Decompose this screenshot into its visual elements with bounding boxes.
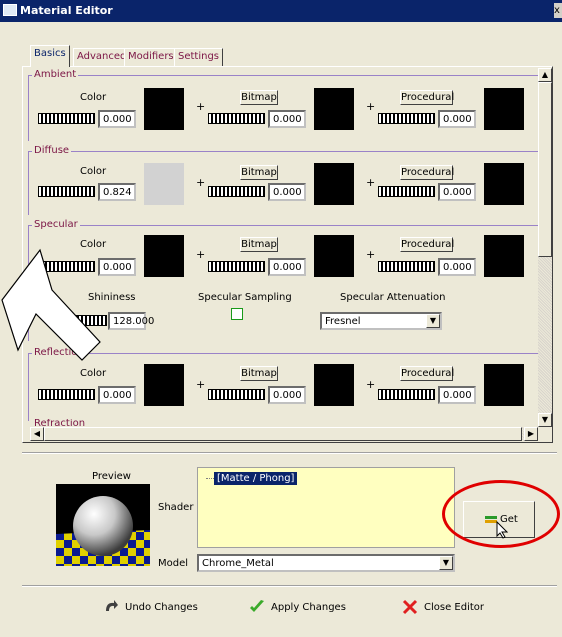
undo-changes-label: Undo Changes (125, 602, 198, 613)
scroll-down-icon[interactable]: ▼ (538, 413, 552, 427)
plus-sign: + (196, 378, 206, 391)
preview-label: Preview (92, 471, 131, 482)
undo-arrow-icon (106, 600, 118, 611)
specular-color-swatch[interactable] (144, 235, 184, 277)
diffuse-procedural-value[interactable]: 0.000 (438, 183, 476, 201)
tree-dotted-line (206, 478, 214, 479)
reflection-procedural-slider[interactable] (378, 389, 435, 400)
material-preview-image (56, 484, 150, 566)
plus-sign: + (366, 176, 376, 189)
shader-list[interactable]: [Matte / Phong] (197, 467, 455, 548)
specular-title: Specular (32, 219, 80, 230)
model-label: Model (158, 558, 189, 569)
ambient-color-swatch[interactable] (144, 88, 184, 130)
specular-procedural-button[interactable]: Procedural (400, 237, 454, 252)
tab-modifiers[interactable]: Modifiers (124, 48, 178, 66)
ambient-color-slider[interactable] (38, 113, 95, 124)
plus-sign: + (196, 248, 206, 261)
plus-sign: + (366, 248, 376, 261)
ambient-bitmap-value[interactable]: 0.000 (268, 110, 306, 128)
reflection-procedural-swatch[interactable] (484, 364, 524, 406)
close-x-icon (402, 599, 418, 615)
ambient-group: Ambient (28, 69, 540, 143)
ambient-bitmap-slider[interactable] (208, 113, 265, 124)
scroll-right-icon[interactable]: ▶ (524, 427, 538, 441)
apply-changes-label: Apply Changes (271, 602, 346, 613)
chevron-down-icon: ▼ (439, 556, 453, 570)
specular-procedural-swatch[interactable] (484, 235, 524, 277)
reflection-bitmap-slider[interactable] (208, 389, 265, 400)
scroll-left-icon[interactable]: ◀ (30, 427, 44, 441)
diffuse-color-slider[interactable] (38, 186, 95, 197)
specular-sampling-checkbox[interactable] (231, 308, 243, 320)
tab-advanced[interactable]: Advanced (73, 48, 131, 66)
specular-bitmap-value[interactable]: 0.000 (268, 258, 306, 276)
refraction-title: Refraction (32, 419, 88, 427)
specular-procedural-slider[interactable] (378, 261, 435, 272)
ambient-title: Ambient (32, 69, 79, 80)
reflection-bitmap-value[interactable]: 0.000 (268, 386, 306, 404)
ambient-procedural-swatch[interactable] (484, 88, 524, 130)
ambient-procedural-slider[interactable] (378, 113, 435, 124)
diffuse-color-swatch[interactable] (144, 163, 184, 205)
ambient-color-value[interactable]: 0.000 (98, 110, 136, 128)
window-icon (3, 4, 17, 16)
tab-settings[interactable]: Settings (174, 48, 224, 66)
reflection-bitmap-button[interactable]: Bitmap (240, 366, 278, 381)
reflection-procedural-value[interactable]: 0.000 (438, 386, 476, 404)
diffuse-color-label: Color (80, 166, 107, 177)
title-bar: Material Editor x (0, 0, 562, 22)
vertical-scroll-thumb[interactable] (538, 82, 552, 257)
diffuse-procedural-slider[interactable] (378, 186, 435, 197)
specular-attenuation-label: Specular Attenuation (340, 292, 446, 303)
check-icon (250, 600, 264, 612)
diffuse-title: Diffuse (32, 145, 72, 156)
close-window-button[interactable]: x (554, 3, 562, 18)
shader-selected-item[interactable]: [Matte / Phong] (214, 472, 298, 485)
diffuse-bitmap-swatch[interactable] (314, 163, 354, 205)
diffuse-group: Diffuse (28, 145, 540, 217)
chevron-down-icon: ▼ (426, 314, 440, 328)
specular-bitmap-swatch[interactable] (314, 235, 354, 277)
tab-basics[interactable]: Basics (30, 45, 70, 67)
ambient-bitmap-swatch[interactable] (314, 88, 354, 130)
callout-arrow-icon (1, 248, 101, 361)
diffuse-procedural-button[interactable]: Procedural (400, 165, 454, 180)
specular-procedural-value[interactable]: 0.000 (438, 258, 476, 276)
divider (22, 452, 557, 454)
diffuse-procedural-swatch[interactable] (484, 163, 524, 205)
model-dropdown[interactable]: Chrome_Metal ▼ (197, 554, 455, 572)
ambient-color-label: Color (80, 92, 107, 103)
specular-bitmap-slider[interactable] (208, 261, 265, 272)
diffuse-bitmap-button[interactable]: Bitmap (240, 165, 278, 180)
ambient-bitmap-button[interactable]: Bitmap (240, 90, 278, 105)
model-value: Chrome_Metal (202, 558, 274, 569)
diffuse-bitmap-value[interactable]: 0.000 (268, 183, 306, 201)
reflection-color-value[interactable]: 0.000 (98, 386, 136, 404)
ambient-procedural-button[interactable]: Procedural (400, 90, 454, 105)
specular-bitmap-button[interactable]: Bitmap (240, 237, 278, 252)
reflection-color-swatch[interactable] (144, 364, 184, 406)
plus-sign: + (196, 100, 206, 113)
specular-sampling-label: Specular Sampling (198, 292, 292, 303)
horizontal-scroll-thumb[interactable] (44, 427, 522, 441)
close-editor-label: Close Editor (424, 602, 485, 613)
diffuse-bitmap-slider[interactable] (208, 186, 265, 197)
divider (22, 585, 557, 587)
reflection-procedural-button[interactable]: Procedural (400, 366, 454, 381)
diffuse-color-value[interactable]: 0.824 (98, 183, 136, 201)
scroll-up-icon[interactable]: ▲ (538, 68, 552, 82)
plus-sign: + (366, 378, 376, 391)
reflection-color-slider[interactable] (38, 389, 95, 400)
ambient-procedural-value[interactable]: 0.000 (438, 110, 476, 128)
highlight-circle (442, 480, 560, 548)
plus-sign: + (196, 176, 206, 189)
specular-attenuation-value: Fresnel (325, 316, 361, 327)
window-title: Material Editor (20, 4, 113, 17)
specular-attenuation-dropdown[interactable]: Fresnel ▼ (320, 312, 442, 330)
shader-label: Shader (158, 502, 194, 513)
reflection-bitmap-swatch[interactable] (314, 364, 354, 406)
plus-sign: + (366, 100, 376, 113)
